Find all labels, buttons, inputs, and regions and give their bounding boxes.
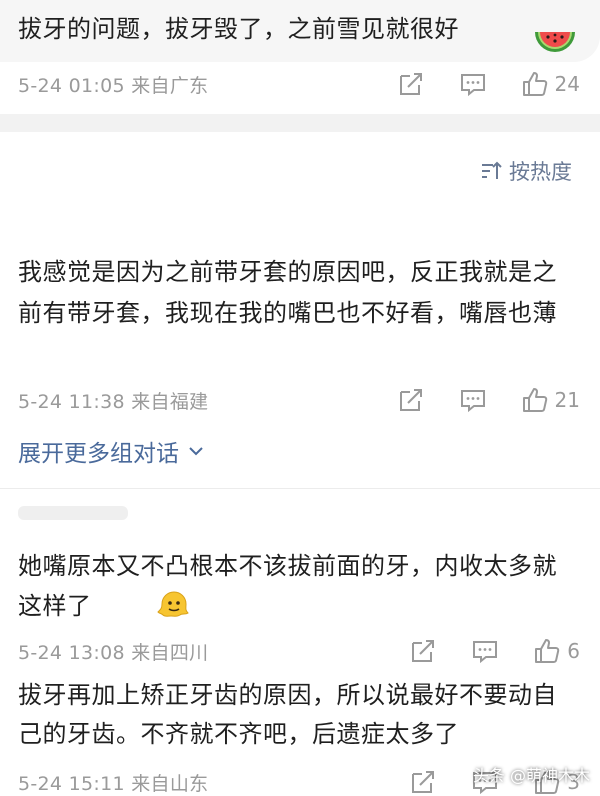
comment-2-time: 5-24 11:38 来自福建 — [18, 390, 209, 413]
sort-label: 按热度 — [509, 160, 572, 184]
like-count: 6 — [567, 639, 580, 663]
comment-1-meta: 5-24 01:05 来自广东 24 — [18, 64, 580, 104]
share-button[interactable] — [397, 386, 425, 414]
thumbs-up-icon — [522, 72, 547, 96]
sort-toggle[interactable]: 按热度 — [479, 156, 572, 186]
like-button[interactable]: 6 — [533, 637, 580, 665]
thumbs-up-icon — [535, 639, 560, 663]
like-count: 24 — [554, 72, 580, 96]
comment-button[interactable] — [471, 637, 499, 665]
comment-3-text: 她嘴原本又不凸根本不该拔前面的牙，内收太多就这样了 — [18, 552, 557, 620]
share-button[interactable] — [409, 768, 437, 796]
comment-4-text: 拔牙再加上矫正牙齿的原因，所以说最好不要动自己的牙齿。不齐就不齐吧，后遗症太多了 — [18, 681, 557, 748]
comment-3-time: 5-24 13:08 来自四川 — [18, 641, 209, 664]
melting-face-icon — [156, 586, 192, 626]
divider-line — [0, 488, 600, 489]
comment-2: 我感觉是因为之前带牙套的原因吧，反正我就是之前有带牙套，我现在我的嘴巴也不好看，… — [18, 252, 580, 334]
comment-button[interactable] — [459, 386, 487, 414]
like-button[interactable]: 21 — [521, 386, 580, 414]
comment-2-text: 我感觉是因为之前带牙套的原因吧，反正我就是之前有带牙套，我现在我的嘴巴也不好看，… — [18, 258, 557, 327]
expand-conversation-link[interactable]: 展开更多组对话 — [18, 434, 205, 468]
share-icon — [399, 73, 422, 95]
comment-3-meta: 5-24 13:08 来自四川 6 — [18, 631, 580, 671]
share-icon — [412, 640, 435, 662]
chevron-down-icon — [189, 447, 203, 456]
like-button[interactable]: 24 — [521, 70, 580, 98]
comment-icon — [473, 641, 498, 664]
share-button[interactable] — [397, 70, 425, 98]
comment-icon — [460, 74, 485, 97]
comment-1: 拔牙的问题，拔牙毁了，之前雪见就很好 — [18, 10, 580, 48]
like-count: 21 — [554, 388, 580, 412]
comment-2-meta: 5-24 11:38 来自福建 21 — [18, 380, 580, 420]
comment-3: 她嘴原本又不凸根本不该拔前面的牙，内收太多就这样了 — [18, 546, 580, 626]
comment-4-time: 5-24 15:11 来自山东 — [18, 772, 209, 795]
comment-1-time: 5-24 01:05 来自广东 — [18, 74, 209, 97]
share-icon — [412, 771, 435, 793]
section-divider — [0, 114, 600, 132]
watermelon-icon — [532, 22, 578, 66]
comment-icon — [460, 390, 485, 413]
comment-4: 拔牙再加上矫正牙齿的原因，所以说最好不要动自己的牙齿。不齐就不齐吧，后遗症太多了 — [18, 676, 580, 754]
watermark: 头条 @萌神木木 — [472, 766, 590, 785]
comment-1-text: 拔牙的问题，拔牙毁了，之前雪见就很好 — [18, 15, 459, 43]
share-button[interactable] — [409, 637, 437, 665]
blurred-username — [18, 506, 128, 520]
thumbs-up-icon — [522, 388, 547, 412]
sort-icon — [482, 161, 502, 179]
expand-label: 展开更多组对话 — [18, 441, 179, 467]
share-icon — [399, 389, 422, 411]
comment-button[interactable] — [459, 70, 487, 98]
